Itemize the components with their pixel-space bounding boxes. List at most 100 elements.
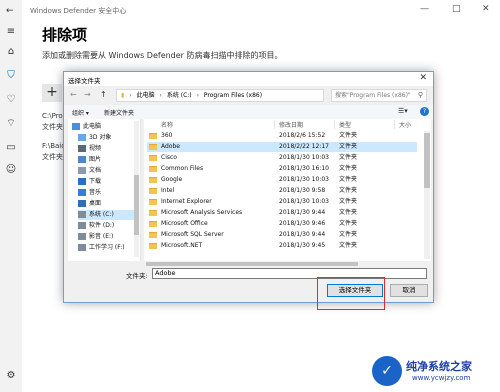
file-row[interactable]: Common Files 2018/1/30 16:10 文件夹 [147,164,417,174]
back-icon[interactable]: ← [70,90,77,99]
file-row[interactable]: Microsoft Analysis Services 2018/1/30 9:4… [147,208,417,218]
file-date: 2018/1/30 9:58 [279,187,326,194]
home-icon[interactable]: ⌂ [5,46,17,58]
horizontal-scrollbar[interactable] [144,261,431,267]
folder-icon: ▮ [121,92,125,99]
column-size[interactable]: 大小 [399,120,411,129]
tree-item[interactable]: 桌面 [78,199,138,209]
tree-item[interactable]: 图片 [78,155,138,165]
tree-item[interactable]: 软件 (D:) [78,221,138,231]
tree-item[interactable]: 影音 (E:) [78,232,138,242]
family-icon[interactable]: ☺ [5,164,17,176]
shield-icon[interactable]: ⛉ [5,70,17,82]
close-button[interactable]: ✕ [482,4,490,14]
tree-item[interactable]: 工作学习 (F:) [78,243,138,253]
file-row[interactable]: Microsoft Office 2018/1/30 9:46 文件夹 [147,219,417,229]
file-row[interactable]: Google 2018/1/30 10:03 文件夹 [147,175,417,185]
tree-item[interactable]: 视频 [78,144,138,154]
chevron-right-icon: › [129,92,132,99]
file-row[interactable]: Microsoft.NET 2018/1/30 9:45 文件夹 [147,241,417,251]
minimize-button[interactable]: — [420,4,429,14]
heart-icon[interactable]: ♡ [5,94,17,106]
column-divider[interactable] [334,120,335,129]
browser-icon[interactable]: ▭ [5,142,17,154]
drive-icon [78,233,86,240]
file-type: 文件夹 [339,187,358,194]
folder-name-input[interactable]: Adobe [152,268,427,279]
file-name: Internet Explorer [161,198,212,205]
folder-icon [149,199,157,205]
pc-icon [72,123,80,130]
column-divider[interactable] [274,120,275,129]
file-row[interactable]: Adobe 2018/2/22 12:17 文件夹 [147,142,417,152]
download-icon [78,178,86,185]
tree-scrollbar-thumb[interactable] [134,175,139,235]
file-type: 文件夹 [339,154,358,161]
view-options-icon[interactable]: ☰▾ [398,107,408,115]
add-exclusion-button[interactable]: + [42,84,62,102]
dialog-close-icon[interactable]: ✕ [419,73,427,83]
list-scrollbar-thumb[interactable] [424,133,430,188]
dialog-title: 选择文件夹 [68,77,101,85]
tree-item[interactable]: 此电脑 [72,122,132,132]
cancel-button[interactable]: 取消 [390,284,428,297]
search-input[interactable]: 搜索"Program Files (x86)" ⚲ [331,89,427,102]
tree-item-label: 系统 (C:) [89,211,114,218]
tree-item-label: 文档 [89,167,102,174]
file-date: 2018/1/30 10:03 [279,154,329,161]
column-type[interactable]: 类型 [339,120,351,129]
new-folder-button[interactable]: 新建文件夹 [104,108,134,117]
tree-item-label: 此电脑 [83,123,102,130]
menu-icon[interactable]: ≡ [5,26,17,38]
tree-item[interactable]: 系统 (C:) [78,210,138,220]
file-name: Google [161,176,183,183]
file-list: 名称 修改日期 类型 大小 360 2018/2/6 15:52 文件夹 Adobe 2… [144,119,431,261]
file-row[interactable]: Cisco 2018/1/30 10:03 文件夹 [147,153,417,163]
forward-icon[interactable]: → [84,90,91,99]
file-row[interactable]: Internet Explorer 2018/1/30 10:03 文件夹 [147,197,417,207]
file-name: 360 [161,132,173,139]
settings-icon[interactable]: ⚙ [5,370,17,382]
file-name: Microsoft SQL Server [161,231,224,238]
address-bar[interactable]: ▮ › 此电脑 › 系统 (C:) › Program Files (x86) [116,89,324,102]
file-row[interactable]: Microsoft SQL Server 2018/1/30 9:44 文件夹 [147,230,417,240]
column-date[interactable]: 修改日期 [279,120,303,129]
page-description: 添加或删除需要从 Windows Defender 防病毒扫描中排除的项目。 [42,51,283,60]
navigation-tree: 此电脑 3D 对象 视频 图片文档下载 音乐 桌面系统 (C:) 软件 (D:) 影音 (E:… [68,119,141,261]
file-row[interactable]: 360 2018/2/6 15:52 文件夹 [147,131,417,141]
column-name[interactable]: 名称 [161,120,173,129]
tree-item[interactable]: 3D 对象 [78,133,138,143]
wifi-icon[interactable]: ⌔ [5,118,17,130]
file-date: 2018/1/30 9:44 [279,231,326,238]
file-date: 2018/1/30 16:10 [279,165,329,172]
file-row[interactable]: Intel 2018/1/30 9:58 文件夹 [147,186,417,196]
tree-item[interactable]: 音乐 [78,188,138,198]
exclusion-type: 文件夹 [42,123,63,131]
breadcrumb-item[interactable]: 此电脑 [137,92,155,99]
file-date: 2018/1/30 9:46 [279,220,326,227]
horizontal-scrollbar-thumb[interactable] [146,262,358,266]
file-date: 2018/2/22 12:17 [279,143,329,150]
up-icon[interactable]: ↑ [100,90,107,99]
column-divider[interactable] [394,120,395,129]
cube-icon [78,134,86,141]
folder-icon [149,144,157,150]
dialog-toolbar: 组织 ▾ 新建文件夹 ☰▾ ? [64,105,433,119]
exclusion-type: 文件夹 [42,153,63,161]
chevron-right-icon: › [196,92,199,99]
page-title: 排除项 [42,26,88,44]
breadcrumb-item[interactable]: 系统 (C:) [167,92,192,99]
file-date: 2018/1/30 9:44 [279,209,326,216]
breadcrumb-item[interactable]: Program Files (x86) [204,92,262,99]
search-icon: ⚲ [417,91,423,99]
tree-item[interactable]: 下载 [78,177,138,187]
folder-icon [149,166,157,172]
file-type: 文件夹 [339,209,358,216]
maximize-button[interactable]: □ [452,4,461,14]
help-icon[interactable]: ? [420,107,429,116]
chevron-right-icon: › [159,92,162,99]
tree-item[interactable]: 文档 [78,166,138,176]
select-folder-dialog: 选择文件夹 ✕ ← → ↑ ▮ › 此电脑 › 系统 (C:) › Progra… [63,71,434,303]
organize-menu[interactable]: 组织 ▾ [72,108,89,117]
drive-icon [78,222,86,229]
